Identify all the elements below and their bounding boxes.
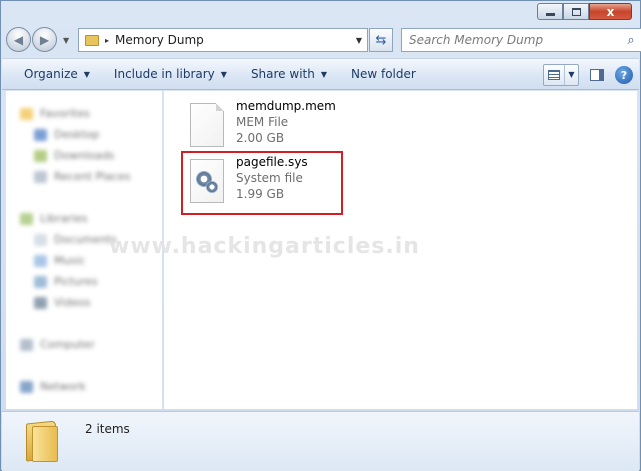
highlight-box [181,151,343,215]
folder-icon [85,34,99,46]
organize-menu[interactable]: Organize ▼ [2,59,102,89]
close-icon: x [606,4,615,19]
change-view-button[interactable]: ▼ [543,64,579,86]
file-type: MEM File [236,115,289,129]
breadcrumb-memory-dump[interactable]: Memory Dump [115,33,351,47]
search-input[interactable] [402,33,621,47]
file-name: memdump.mem [236,99,336,113]
recent-pages-dropdown[interactable]: ▼ [63,36,69,45]
forward-button[interactable]: ▶ [32,27,57,52]
view-dropdown-icon[interactable]: ▼ [564,65,578,85]
maximize-button[interactable] [563,3,589,20]
command-bar: Organize ▼ Include in library ▼ Share wi… [2,58,639,90]
file-size: 2.00 GB [236,131,285,145]
nav-network[interactable]: Network [20,376,162,397]
view-options-icon [544,65,564,85]
share-with-menu[interactable]: Share with ▼ [239,59,339,89]
address-dropdown-icon[interactable]: ▼ [351,36,367,45]
file-item-memdump[interactable]: memdump.mem MEM File 2.00 GB [190,98,336,147]
libraries-icon [20,212,33,225]
command-bar-right: ▼ ? [543,64,633,86]
search-icon[interactable]: ⌕ [621,33,641,48]
share-with-label: Share with [250,67,315,81]
star-icon [20,107,33,120]
nav-libraries[interactable]: Libraries [20,208,162,229]
recent-places-icon [34,170,47,183]
help-icon: ? [620,68,628,82]
back-button[interactable]: ◀ [6,27,31,52]
chevron-down-icon: ▼ [83,69,90,79]
minimize-button[interactable] [537,3,563,20]
help-button[interactable]: ? [615,66,633,84]
minimize-icon [545,13,555,16]
include-in-library-label: Include in library [113,67,215,81]
refresh-button[interactable]: ⇆ [369,28,393,52]
refresh-icon: ⇆ [375,32,387,48]
downloads-icon [34,149,47,162]
explorer-window: x ◀ ▶ ▼ ▸ Memory Dump ▼ ⇆ ⌕ Organize ▼ I… [0,0,641,471]
details-pane: 2 items [2,411,639,471]
address-bar[interactable]: ▸ Memory Dump ▼ [78,28,368,52]
computer-icon [20,338,33,351]
organize-label: Organize [24,67,78,81]
preview-pane-button[interactable] [587,66,607,84]
close-button[interactable]: x [589,3,632,20]
network-icon [20,380,33,393]
arrow-right-icon: ▶ [39,32,50,47]
blank-document-icon [190,103,224,147]
search-box[interactable]: ⌕ [401,28,641,52]
music-icon [34,254,47,267]
item-count: 2 items [85,422,130,436]
nav-desktop[interactable]: Desktop [34,124,162,145]
new-folder-button[interactable]: New folder [339,59,428,89]
nav-videos[interactable]: Videos [34,292,162,313]
new-folder-label: New folder [351,67,416,81]
nav-downloads[interactable]: Downloads [34,145,162,166]
desktop-icon [34,128,47,141]
chevron-down-icon: ▼ [220,69,227,79]
arrow-left-icon: ◀ [13,32,24,47]
include-in-library-menu[interactable]: Include in library ▼ [102,59,239,89]
breadcrumb-separator-icon[interactable]: ▸ [105,36,109,45]
nav-pictures[interactable]: Pictures [34,271,162,292]
folder-icon [26,420,60,462]
documents-icon [34,233,47,246]
watermark: www.hackingarticles.in [109,234,420,259]
nav-recent-places[interactable]: Recent Places [34,166,162,187]
pictures-icon [34,275,47,288]
nav-favorites[interactable]: Favorites [20,103,162,124]
caption-buttons: x [537,3,632,20]
videos-icon [34,296,47,309]
maximize-icon [571,7,581,16]
nav-computer[interactable]: Computer [20,334,162,355]
preview-pane-icon [590,69,604,81]
chevron-down-icon: ▼ [320,69,327,79]
navigation-bar: ◀ ▶ ▼ ▸ Memory Dump ▼ ⇆ ⌕ [6,27,641,53]
